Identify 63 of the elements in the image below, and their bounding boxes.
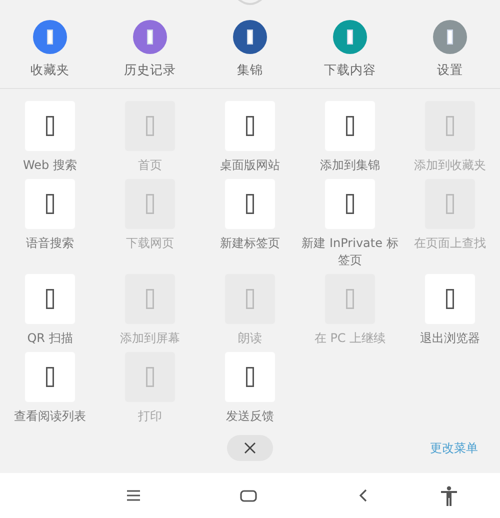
glyph-box-icon [346, 116, 354, 136]
menu-item-label: 朗读 [237, 330, 263, 347]
glyph-box-icon [146, 116, 154, 136]
glyph-box-icon [346, 289, 354, 309]
menu-tile[interactable] [225, 101, 275, 151]
home-icon[interactable] [240, 490, 257, 502]
glyph-box-icon [246, 367, 254, 387]
menu-tile[interactable] [325, 179, 375, 229]
glyph-box-icon [347, 29, 353, 45]
glyph-box-icon [446, 194, 454, 214]
accessibility-icon[interactable] [440, 486, 458, 506]
glyph-box-icon [446, 116, 454, 136]
glyph-box-icon [246, 194, 254, 214]
menu-item-label: 语音搜索 [25, 235, 75, 252]
back-icon[interactable] [359, 489, 367, 502]
glyph-box-icon [147, 29, 153, 45]
menu-item-label: 首页 [137, 157, 163, 174]
menu-tile[interactable] [25, 274, 75, 324]
glyph-box-icon [46, 289, 54, 309]
menu-item-label: 新建标签页 [219, 235, 281, 252]
glyph-box-icon [46, 116, 54, 136]
menu-tile[interactable] [225, 179, 275, 229]
menu-icon[interactable] [127, 490, 140, 501]
menu-item-label: Web 搜索 [22, 157, 78, 174]
menu-item-label: 查看阅读列表 [13, 408, 87, 425]
menu-tile[interactable] [25, 352, 75, 402]
menu-item-label: 添加到收藏夹 [413, 157, 487, 174]
menu-tile[interactable] [25, 179, 75, 229]
close-icon [244, 442, 256, 454]
change-menu-link[interactable]: 更改菜单 [430, 440, 478, 456]
menu-item-label: 桌面版网站 [219, 157, 281, 174]
menu-tile[interactable] [225, 352, 275, 402]
quick-action-button[interactable]: 下载内容 [300, 20, 400, 88]
quick-action-button[interactable]: 集锦 [200, 20, 300, 88]
quick-action-button[interactable]: 设置 [400, 20, 500, 88]
quick-action-button[interactable]: 历史记录 [100, 20, 200, 88]
menu-tile[interactable] [25, 101, 75, 151]
menu-item-label: 退出浏览器 [419, 330, 481, 347]
menu-tile[interactable] [425, 274, 475, 324]
menu-item-label: QR 扫描 [26, 330, 74, 347]
quick-action-button[interactable]: 收藏夹 [0, 20, 100, 88]
glyph-box-icon [146, 367, 154, 387]
glyph-box-icon [46, 194, 54, 214]
menu-tile[interactable] [325, 101, 375, 151]
close-button[interactable] [227, 435, 273, 461]
glyph-box-icon [146, 289, 154, 309]
menu-item-label: 打印 [137, 408, 163, 425]
glyph-box-icon [247, 29, 253, 45]
glyph-box-icon [246, 289, 254, 309]
glyph-box-icon [447, 29, 453, 45]
glyph-box-icon [46, 367, 54, 387]
menu-item-label: 下载网页 [125, 235, 175, 252]
menu-item-label: 在 PC 上继续 [313, 330, 387, 347]
glyph-box-icon [146, 194, 154, 214]
menu-item-label: 发送反馈 [225, 408, 275, 425]
glyph-box-icon [346, 194, 354, 214]
menu-item-label: 添加到屏幕 [119, 330, 181, 347]
glyph-box-icon [246, 116, 254, 136]
menu-item-label: 在页面上查找 [413, 235, 487, 252]
glyph-box-icon [47, 29, 53, 45]
glyph-box-icon [446, 289, 454, 309]
menu-item-label: 添加到集锦 [319, 157, 381, 174]
menu-item-label: 新建 InPrivate 标签页 [301, 235, 399, 269]
